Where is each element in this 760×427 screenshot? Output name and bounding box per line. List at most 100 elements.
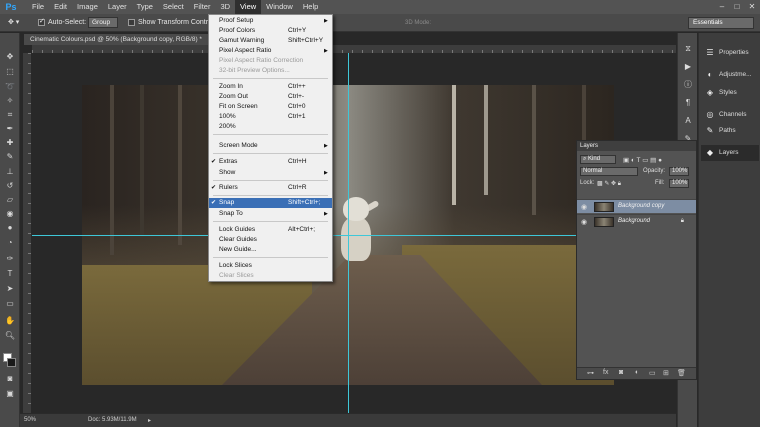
type-tool-icon[interactable]: T xyxy=(4,268,16,279)
zoom-tool-icon[interactable]: 🔍︎ xyxy=(4,330,16,341)
dock-channels[interactable]: ◎ Channels xyxy=(701,107,759,123)
menu-3d[interactable]: 3D xyxy=(215,0,235,14)
document-tab[interactable]: Cinematic Colours.psd @ 50% (Background … xyxy=(24,34,220,45)
menu-item-rulers[interactable]: ✔ Rulers Ctrl+R xyxy=(209,183,332,193)
menu-item-lock-slices[interactable]: Lock Slices xyxy=(209,261,332,271)
filter-icons[interactable]: ▣ ◐ T ▭ ▤ ● xyxy=(623,156,662,164)
menu-edit[interactable]: Edit xyxy=(49,0,72,14)
link-layers-icon[interactable]: ⊶ xyxy=(587,369,594,377)
menu-item-snap[interactable]: ✔ Snap Shift+Ctrl+; xyxy=(209,198,332,208)
menu-file[interactable]: File xyxy=(27,0,49,14)
dock-adjustments[interactable]: ◐ Adjustme... xyxy=(701,67,759,83)
menu-item-label: Screen Mode xyxy=(219,142,258,149)
paragraph-icon[interactable]: ¶ xyxy=(682,97,694,108)
menu-image[interactable]: Image xyxy=(72,0,103,14)
move-tool-icon[interactable]: ✥ xyxy=(4,51,16,62)
menu-item-zoom-in[interactable]: Zoom In Ctrl++ xyxy=(209,82,332,92)
menu-item-lock-guides[interactable]: Lock Guides Alt+Ctrl+; xyxy=(209,225,332,235)
maximize-icon[interactable]: □ xyxy=(731,2,743,12)
menu-help[interactable]: Help xyxy=(298,0,323,14)
menu-type[interactable]: Type xyxy=(132,0,158,14)
opacity-field[interactable]: 100% xyxy=(669,167,689,176)
layer-row[interactable]: ◉ Background 🔒︎ xyxy=(577,214,696,228)
lock-icons[interactable]: ▩ ✎ ✥ 🔒︎ xyxy=(597,180,621,188)
actions-icon[interactable]: ▶ xyxy=(682,61,694,72)
menu-item-extras[interactable]: ✔ Extras Ctrl+H xyxy=(209,157,332,167)
filter-kind-dropdown[interactable]: ⌕ Kind xyxy=(580,155,616,164)
menu-item-proof-setup[interactable]: Proof Setup ▶ xyxy=(209,16,332,26)
healing-brush-tool-icon[interactable]: ✚ xyxy=(4,137,16,148)
menu-item-gamut-warning[interactable]: Gamut Warning Shift+Ctrl+Y xyxy=(209,36,332,46)
add-mask-icon[interactable]: ◙ xyxy=(619,369,623,376)
quick-mask-icon[interactable]: ◙ xyxy=(4,373,16,384)
marquee-tool-icon[interactable]: ⬚ xyxy=(4,66,16,77)
dock-properties[interactable]: ☰ Properties xyxy=(701,45,759,61)
menu-item-100-percent[interactable]: 100% Ctrl+1 xyxy=(209,112,332,122)
fill-field[interactable]: 100% xyxy=(669,179,689,188)
dock-styles[interactable]: ◈ Styles xyxy=(701,85,759,101)
menu-item-new-guide[interactable]: New Guide... xyxy=(209,245,332,255)
info-icon[interactable]: ⓘ xyxy=(682,79,694,90)
adjustment-layer-icon[interactable]: ◐ xyxy=(635,369,639,376)
character-icon[interactable]: A xyxy=(682,115,694,126)
new-layer-icon[interactable]: ⊞ xyxy=(663,369,669,377)
clone-stamp-tool-icon[interactable]: ⊥ xyxy=(4,166,16,177)
brush-tool-icon[interactable]: ✎ xyxy=(4,151,16,162)
close-icon[interactable]: ✕ xyxy=(746,2,758,12)
dock-paths[interactable]: ✎ Paths xyxy=(701,123,759,139)
menu-item-fit-on-screen[interactable]: Fit on Screen Ctrl+0 xyxy=(209,102,332,112)
menu-item-200-percent[interactable]: 200% xyxy=(209,122,332,132)
eraser-tool-icon[interactable]: ▱ xyxy=(4,194,16,205)
menu-item-clear-guides[interactable]: Clear Guides xyxy=(209,235,332,245)
menu-filter[interactable]: Filter xyxy=(189,0,216,14)
menu-select[interactable]: Select xyxy=(158,0,189,14)
layer-name[interactable]: Background xyxy=(618,218,650,224)
menu-view[interactable]: View xyxy=(235,0,262,14)
menu-item-screen-mode[interactable]: Screen Mode ▶ xyxy=(209,141,332,151)
blend-mode-dropdown[interactable]: Normal xyxy=(580,167,638,176)
delete-layer-icon[interactable]: 🗑︎ xyxy=(677,369,686,377)
menu-window[interactable]: Window xyxy=(261,0,298,14)
screen-mode-icon[interactable]: ▣ xyxy=(4,388,16,399)
shape-tool-icon[interactable]: ▭ xyxy=(4,298,16,309)
status-arrow-icon[interactable]: ▸ xyxy=(148,417,151,424)
menu-item-pixel-aspect-ratio[interactable]: Pixel Aspect Ratio ▶ xyxy=(209,46,332,56)
move-tool-icon[interactable]: ✥ ▾ xyxy=(8,18,19,28)
layers-panel-title[interactable]: Layers xyxy=(577,141,696,151)
dock-layers[interactable]: ◆ Layers xyxy=(701,145,759,161)
zoom-level[interactable]: 50% xyxy=(24,417,36,423)
horizontal-ruler[interactable] xyxy=(32,45,676,53)
layer-style-icon[interactable]: fx xyxy=(603,369,608,376)
pen-tool-icon[interactable]: ✑ xyxy=(4,253,16,264)
minimize-icon[interactable]: – xyxy=(716,2,728,12)
new-group-icon[interactable]: ▭ xyxy=(649,369,656,377)
crop-tool-icon[interactable]: ⌗ xyxy=(4,109,16,120)
vertical-ruler[interactable] xyxy=(23,53,31,413)
menu-layer[interactable]: Layer xyxy=(103,0,132,14)
menu-item-show[interactable]: Show ▶ xyxy=(209,168,332,178)
lasso-tool-icon[interactable]: ➰ xyxy=(4,81,16,92)
show-transform-checkbox[interactable]: Show Transform Controls xyxy=(128,18,217,28)
layer-row[interactable]: ◉ Background copy xyxy=(577,199,696,213)
paths-icon: ✎ xyxy=(706,126,714,135)
menu-item-proof-colors[interactable]: Proof Colors Ctrl+Y xyxy=(209,26,332,36)
auto-select-dropdown[interactable]: Group xyxy=(88,17,118,28)
history-brush-tool-icon[interactable]: ↺ xyxy=(4,180,16,191)
menu-item-snap-to[interactable]: Snap To ▶ xyxy=(209,209,332,219)
auto-select-checkbox[interactable]: Auto-Select: xyxy=(38,17,86,28)
eyedropper-tool-icon[interactable]: ✒ xyxy=(4,123,16,134)
layer-name[interactable]: Background copy xyxy=(618,203,664,209)
paint-bucket-tool-icon[interactable]: ◉ xyxy=(4,208,16,219)
path-select-tool-icon[interactable]: ➤ xyxy=(4,283,16,294)
hand-tool-icon[interactable]: ✋ xyxy=(4,315,16,326)
workspace-dropdown[interactable]: Essentials xyxy=(688,17,754,29)
quick-select-tool-icon[interactable]: ✧ xyxy=(4,95,16,106)
dodge-tool-icon[interactable]: ◔ xyxy=(4,237,16,248)
menu-item-zoom-out[interactable]: Zoom Out Ctrl+- xyxy=(209,92,332,102)
blur-tool-icon[interactable]: ● xyxy=(4,222,16,233)
eye-icon[interactable]: ◉ xyxy=(581,203,587,211)
history-icon[interactable]: ⧖ xyxy=(682,43,694,54)
vertical-guide[interactable] xyxy=(348,53,349,425)
background-color-swatch[interactable] xyxy=(7,358,16,367)
eye-icon[interactable]: ◉ xyxy=(581,218,587,226)
